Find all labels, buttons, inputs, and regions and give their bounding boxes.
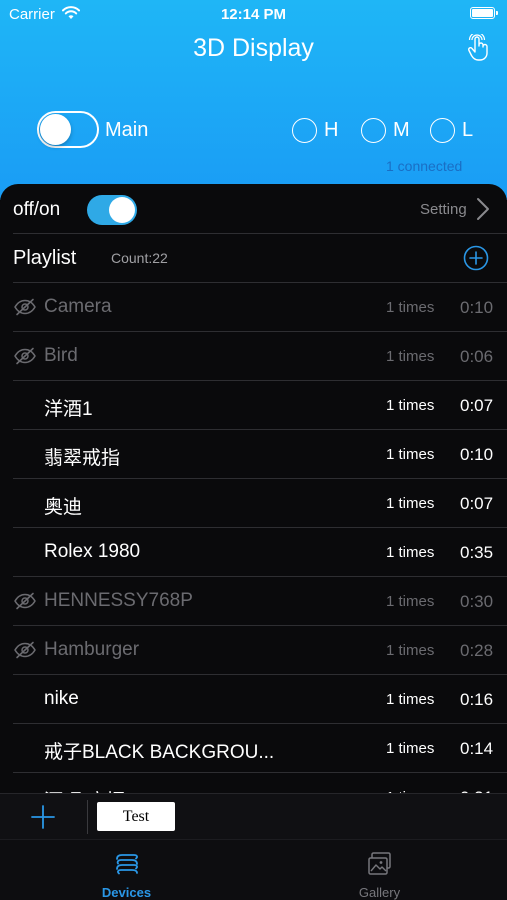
list-item[interactable]: 洋酒1 1 times 0:07 xyxy=(0,381,507,430)
item-name: Bird xyxy=(44,345,78,366)
item-times: 1 times xyxy=(386,495,435,512)
item-times: 1 times xyxy=(386,593,435,610)
battery-icon xyxy=(470,7,498,19)
status-bar: Carrier 12:14 PM xyxy=(0,0,507,28)
tab-bar: Devices Gallery xyxy=(0,839,507,900)
item-name: HENNESSY768P xyxy=(44,590,193,611)
item-duration: 0:14 xyxy=(460,739,494,758)
item-duration: 0:06 xyxy=(460,347,494,366)
item-name: 奥迪 xyxy=(44,497,83,518)
list-item[interactable]: 戒子BLACK BACKGROU... 1 times 0:14 xyxy=(0,724,507,773)
item-times: 1 times xyxy=(386,740,435,757)
setting-link[interactable]: Setting xyxy=(420,201,467,218)
item-name: 洋酒1 xyxy=(44,399,93,420)
item-duration: 0:35 xyxy=(460,543,494,562)
connected-status: 1 connected xyxy=(386,158,463,174)
radio-circle-icon[interactable] xyxy=(292,117,317,143)
mode-l-radio[interactable]: L xyxy=(430,117,473,143)
devices-icon xyxy=(116,854,138,875)
chevron-right-icon[interactable] xyxy=(476,197,490,221)
mode-h-radio[interactable]: H xyxy=(292,117,338,143)
radio-circle-icon[interactable] xyxy=(361,117,386,143)
add-circle-icon[interactable] xyxy=(463,245,489,271)
mode-h-label: H xyxy=(324,118,339,141)
tab-gallery-label: Gallery xyxy=(358,885,401,900)
touch-hand-icon[interactable] xyxy=(466,34,490,62)
mode-m-label: M xyxy=(393,118,410,141)
item-times: 1 times xyxy=(386,691,435,708)
main-toggle-label: Main xyxy=(105,119,149,141)
toolbar-separator xyxy=(87,800,88,834)
item-duration: 0:10 xyxy=(460,298,494,317)
tab-devices-label: Devices xyxy=(101,885,152,900)
item-duration: 0:07 xyxy=(460,396,494,415)
item-times: 1 times xyxy=(386,299,435,316)
mode-m-radio[interactable]: M xyxy=(361,117,410,143)
item-times: 1 times xyxy=(386,544,435,561)
power-row: off/on Setting xyxy=(0,184,507,234)
list-item[interactable]: Rolex 1980 1 times 0:35 xyxy=(0,528,507,577)
list-item[interactable]: HENNESSY768P 1 times 0:30 xyxy=(0,577,507,626)
list-item[interactable]: Bird 1 times 0:06 xyxy=(0,332,507,381)
bottom-toolbar: Test xyxy=(0,793,507,839)
divider xyxy=(13,233,507,234)
list-item[interactable]: 翡翠戒指 1 times 0:10 xyxy=(0,430,507,479)
item-name: 翡翠戒指 xyxy=(44,448,121,469)
gallery-icon xyxy=(368,852,391,875)
item-times: 1 times xyxy=(386,397,435,414)
item-name: 戒子BLACK BACKGROU... xyxy=(44,742,275,763)
item-name: nike xyxy=(44,688,79,709)
tab-gallery[interactable]: Gallery xyxy=(253,840,506,900)
item-times: 1 times xyxy=(386,348,435,365)
test-tab-button[interactable]: Test xyxy=(97,802,175,831)
item-name: Rolex 1980 xyxy=(44,541,141,562)
item-duration: 0:30 xyxy=(460,592,494,611)
item-duration: 0:10 xyxy=(460,445,494,464)
status-time: 12:14 PM xyxy=(220,6,287,23)
list-item[interactable]: Camera 1 times 0:10 xyxy=(0,283,507,332)
playlist-count: Count:22 xyxy=(111,250,168,266)
power-label: off/on xyxy=(13,199,61,220)
add-icon[interactable] xyxy=(30,804,56,830)
item-duration: 0:07 xyxy=(460,494,494,513)
list-item[interactable]: 酒吧 广招1 times0:31 xyxy=(0,773,507,794)
header: Carrier 12:14 PM 3D Display Main H M L 1… xyxy=(0,0,507,200)
playlist-title: Playlist xyxy=(13,247,77,269)
item-times: 1 times xyxy=(386,642,435,659)
list-item[interactable]: nike 1 times 0:16 xyxy=(0,675,507,724)
radio-circle-icon[interactable] xyxy=(430,117,455,143)
hidden-eye-icon[interactable] xyxy=(13,298,37,316)
item-name: Camera xyxy=(44,296,112,317)
main-toggle[interactable] xyxy=(37,111,99,148)
power-toggle[interactable] xyxy=(87,195,137,225)
hidden-eye-icon[interactable] xyxy=(13,641,37,659)
mode-l-label: L xyxy=(462,118,474,141)
item-times: 1 times xyxy=(386,446,435,463)
item-name: Hamburger xyxy=(44,639,140,660)
item-duration: 0:28 xyxy=(460,641,494,660)
list-item[interactable]: Hamburger 1 times 0:28 xyxy=(0,626,507,675)
content-panel: off/on Setting Playlist Count:22 Camera 1… xyxy=(0,184,507,794)
hidden-eye-icon[interactable] xyxy=(13,592,37,610)
item-duration: 0:16 xyxy=(460,690,494,709)
tab-devices[interactable]: Devices xyxy=(0,840,253,900)
page-title: 3D Display xyxy=(193,34,314,62)
hidden-eye-icon[interactable] xyxy=(13,347,37,365)
list-item[interactable]: 奥迪 1 times 0:07 xyxy=(0,479,507,528)
